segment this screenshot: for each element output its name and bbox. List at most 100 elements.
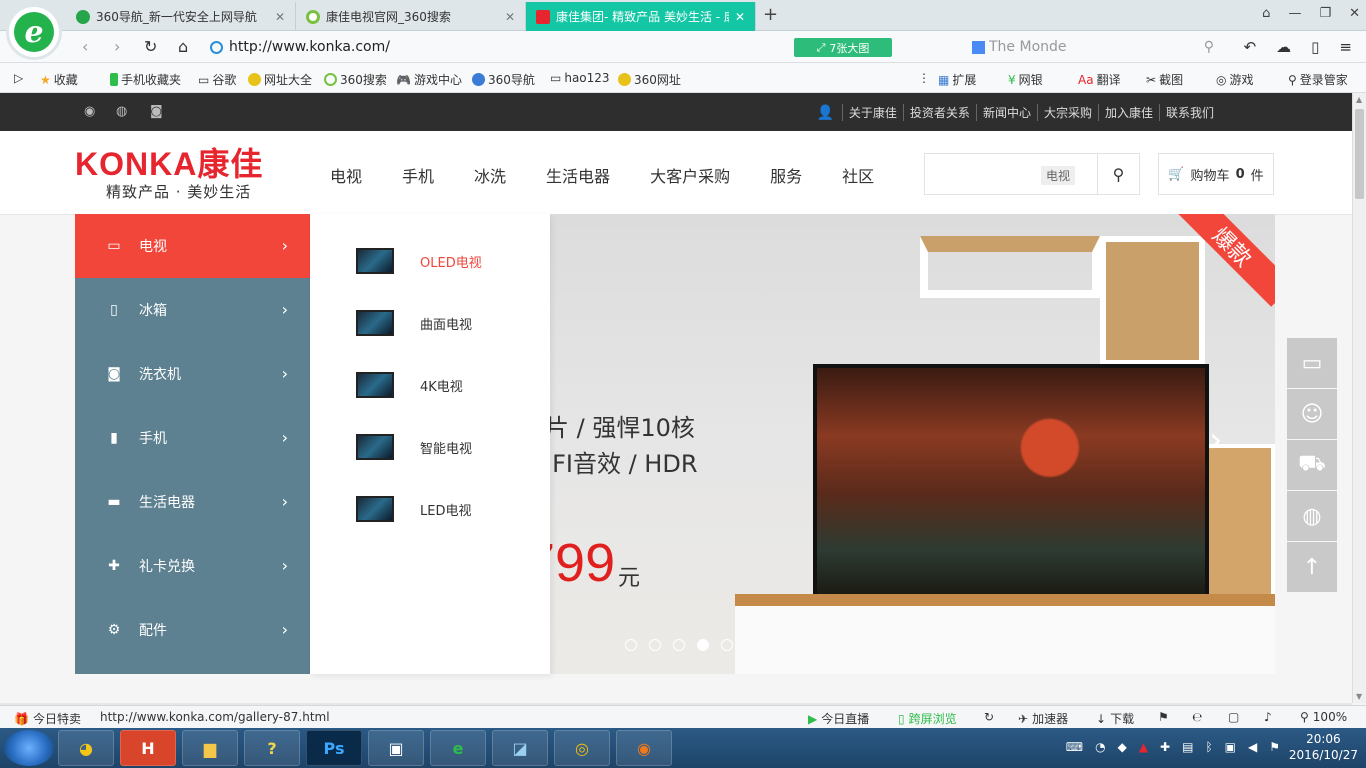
scroll-down-icon[interactable]: ▼ xyxy=(1356,692,1362,701)
cart-button[interactable]: 🛒 购物车 0 件 xyxy=(1158,153,1274,195)
new-tab-button[interactable]: + xyxy=(763,4,778,25)
tab-360-search[interactable]: 康佳电视官网_360搜索 ✕ xyxy=(296,2,526,31)
window-icon[interactable]: ▢ xyxy=(1228,710,1239,724)
nav-enterprise[interactable]: 大客户采购 xyxy=(650,163,730,187)
tray-app-icon[interactable]: ▲ xyxy=(1139,740,1148,754)
browser-logo[interactable]: e xyxy=(6,4,62,60)
taskbar-app-colorful[interactable]: ◕ xyxy=(58,730,114,766)
category-item[interactable]: ▭ 电视 › xyxy=(75,214,310,278)
nav-phone[interactable]: 手机 xyxy=(402,163,434,187)
fav-collect[interactable]: ★ 收藏 xyxy=(40,71,78,88)
search-button[interactable]: ⚲ xyxy=(1097,154,1139,194)
link-news[interactable]: 新闻中心 xyxy=(975,104,1037,121)
wechat-icon[interactable]: ◍ xyxy=(116,104,127,119)
status-download[interactable]: ↓ 下载 xyxy=(1096,710,1134,727)
status-cross-screen[interactable]: ▯ 跨屏浏览 xyxy=(898,710,957,727)
flag-icon[interactable]: ⚑ xyxy=(1269,740,1280,754)
taskbar-app-monitor[interactable]: ▣ xyxy=(368,730,424,766)
slide-dot[interactable] xyxy=(625,639,637,651)
category-item[interactable]: ▬ 生活电器 › xyxy=(75,470,310,534)
next-slide-icon[interactable]: › xyxy=(1209,420,1223,460)
flag-icon[interactable]: ⚑ xyxy=(1158,710,1169,724)
nav-community[interactable]: 社区 xyxy=(842,163,874,187)
slide-dot[interactable] xyxy=(673,639,685,651)
close-window-icon[interactable]: ✕ xyxy=(1349,6,1360,21)
submenu-item[interactable]: 4K电视 xyxy=(310,354,550,416)
link-contact[interactable]: 联系我们 xyxy=(1158,104,1220,121)
wechat-icon[interactable]: ◍ xyxy=(1287,491,1337,541)
cloud-icon[interactable]: ☁ xyxy=(1276,38,1291,56)
customer-service-icon[interactable]: ☺ xyxy=(1287,389,1337,439)
sidebar-toggle-icon[interactable]: ▷ xyxy=(14,71,23,85)
link-investors[interactable]: 投资者关系 xyxy=(902,104,976,121)
tab-360-nav[interactable]: 360导航_新一代安全上网导航 ✕ xyxy=(66,2,296,31)
ext-games[interactable]: ◎ 游戏 xyxy=(1216,71,1254,88)
tray-app-icon[interactable]: ▣ xyxy=(1225,740,1236,754)
link-about[interactable]: 关于康佳 xyxy=(841,104,903,121)
browser-search-input[interactable]: The Monde ⚲ xyxy=(972,35,1214,59)
keyboard-icon[interactable]: ⌨ xyxy=(1066,740,1083,754)
nav-tv[interactable]: 电视 xyxy=(330,163,362,187)
site-search-input[interactable]: 电视 ⚲ xyxy=(924,153,1140,195)
wifi-icon[interactable]: ◔ xyxy=(1095,740,1105,754)
konka-logo[interactable]: KONKA康佳 xyxy=(75,139,263,185)
fav-360nav[interactable]: 360导航 xyxy=(472,71,535,88)
back-to-top-icon[interactable]: ↑ xyxy=(1287,542,1337,592)
start-button[interactable] xyxy=(4,730,54,766)
status-refresh-icon[interactable]: ↻ xyxy=(984,710,994,724)
phone-icon[interactable]: ▯ xyxy=(1311,38,1319,56)
taskbar-app-chrome[interactable]: ◎ xyxy=(554,730,610,766)
submenu-item[interactable]: 智能电视 xyxy=(310,416,550,478)
nav-service[interactable]: 服务 xyxy=(770,163,802,187)
close-icon[interactable]: ✕ xyxy=(275,10,285,24)
ext-extend[interactable]: ▦ 扩展 xyxy=(938,71,976,88)
fav-games[interactable]: 🎮 游戏中心 xyxy=(396,71,462,88)
taskbar-app-firefox[interactable]: ◉ xyxy=(616,730,672,766)
restore-icon[interactable]: ❐ xyxy=(1319,6,1331,21)
chat-icon[interactable]: ◙ xyxy=(150,104,163,119)
nav-appliances[interactable]: 生活电器 xyxy=(546,163,610,187)
nav-fridge-washer[interactable]: 冰洗 xyxy=(474,163,506,187)
category-item[interactable]: ⚙ 配件 › xyxy=(75,598,310,662)
cart-icon[interactable]: ⛟ xyxy=(1287,440,1337,490)
zoom-control[interactable]: ⚲ 100% xyxy=(1300,710,1347,724)
submenu-item[interactable]: OLED电视 xyxy=(310,230,550,292)
volume-icon[interactable]: ◀ xyxy=(1248,740,1257,754)
slide-dot[interactable] xyxy=(649,639,661,651)
ie-icon[interactable]: ℮ xyxy=(1192,710,1202,724)
taskbar-app-html[interactable]: H xyxy=(120,730,176,766)
ext-login[interactable]: ⚲ 登录管家 xyxy=(1288,71,1348,88)
clock[interactable]: 20:06 2016/10/27 xyxy=(1289,731,1358,763)
category-item[interactable]: ▮ 手机 › xyxy=(75,406,310,470)
vertical-scrollbar[interactable]: ▲ ▼ xyxy=(1352,93,1366,703)
more-icon[interactable]: ⋮ xyxy=(918,71,930,85)
category-item[interactable]: ▯ 冰箱 › xyxy=(75,278,310,342)
today-sale[interactable]: 🎁 今日特卖 xyxy=(14,710,81,727)
chat-icon[interactable]: ▭ xyxy=(1287,338,1337,388)
ext-screenshot[interactable]: ✂ 截图 xyxy=(1146,71,1183,88)
status-live[interactable]: ▶ 今日直播 xyxy=(808,710,869,727)
tray-app-icon[interactable]: ◆ xyxy=(1118,740,1127,754)
tab-konka[interactable]: 康佳集团- 精致产品 美妙生活 - 康 ✕ xyxy=(526,2,756,31)
tray-app-icon[interactable]: ▤ xyxy=(1182,740,1193,754)
scroll-thumb[interactable] xyxy=(1355,109,1364,199)
big-image-button[interactable]: ⤢ 7张大图 xyxy=(794,38,892,57)
refresh-icon[interactable]: ↻ xyxy=(144,37,157,56)
fav-hao123[interactable]: ▭ hao123 xyxy=(550,71,610,85)
link-join[interactable]: 加入康佳 xyxy=(1097,104,1159,121)
ext-translate[interactable]: Aa 翻译 xyxy=(1078,71,1121,88)
category-item[interactable]: ✚ 礼卡兑换 › xyxy=(75,534,310,598)
submenu-item[interactable]: LED电视 xyxy=(310,478,550,540)
taskbar-app-360browser[interactable]: e xyxy=(430,730,486,766)
home-icon[interactable]: ⌂ xyxy=(178,37,188,56)
weibo-icon[interactable]: ◉ xyxy=(84,104,95,119)
fav-360search[interactable]: 360搜索 xyxy=(324,71,387,88)
user-icon[interactable]: 👤 xyxy=(816,105,833,121)
scroll-up-icon[interactable]: ▲ xyxy=(1356,95,1362,104)
category-item[interactable]: ◙ 洗衣机 › xyxy=(75,342,310,406)
taskbar-app-explorer[interactable]: ▆ xyxy=(182,730,238,766)
search-icon[interactable]: ⚲ xyxy=(1204,39,1214,55)
volume-icon[interactable]: ♪ xyxy=(1264,710,1272,724)
forward-icon[interactable]: › xyxy=(114,37,120,56)
menu-icon[interactable]: ≡ xyxy=(1339,38,1352,56)
